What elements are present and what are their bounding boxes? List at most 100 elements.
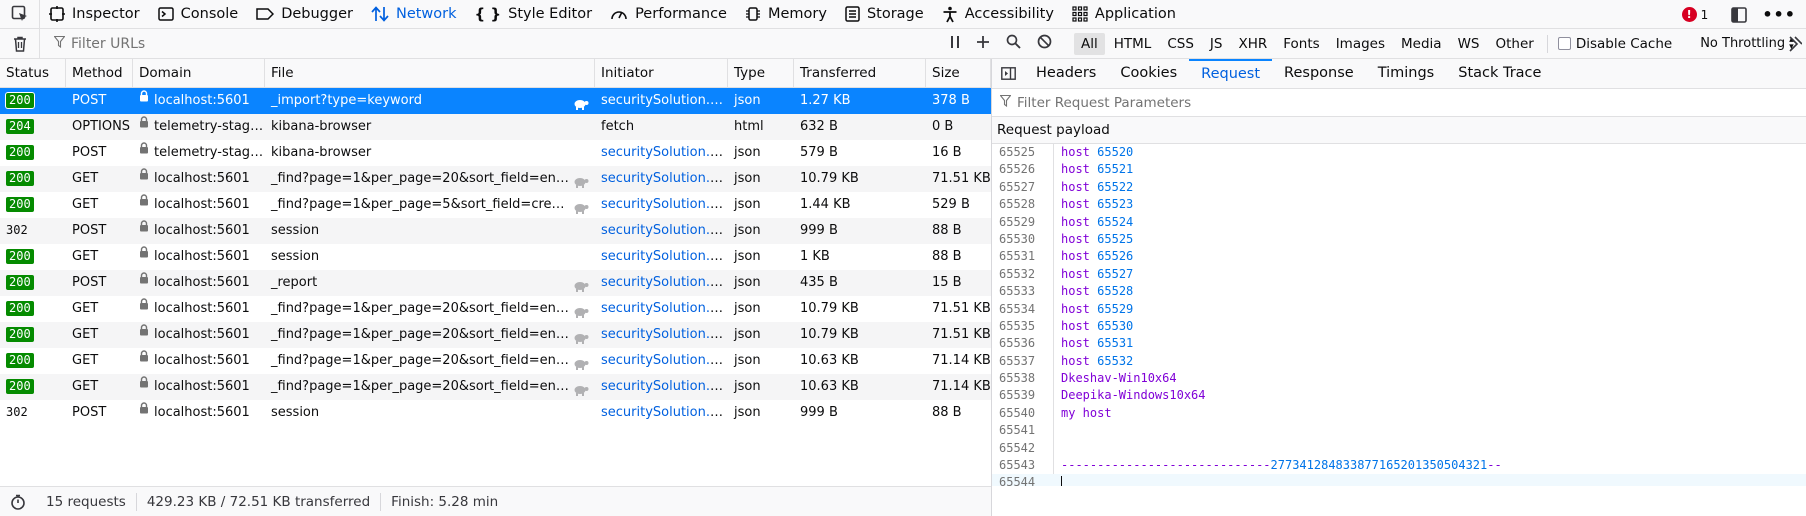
filter-request-params-input[interactable]: Filter Request Parameters	[992, 89, 1806, 117]
tab-cookies[interactable]: Cookies	[1108, 59, 1189, 89]
code-line: 65540 my host	[992, 405, 1806, 422]
column-header-status[interactable]: Status	[0, 59, 66, 88]
cell-initiator: securitySolution.ch...	[595, 348, 728, 374]
filter-urls-input[interactable]: Filter URLs	[40, 29, 890, 59]
table-row[interactable]: 200 GET localhost:5601 _find?page=1&per_pag…	[0, 374, 991, 400]
toggle-panel-icon[interactable]	[992, 67, 1024, 80]
slow-request-turtle-icon	[573, 198, 589, 218]
initiator-link[interactable]: securitySolution.ch...	[601, 171, 728, 186]
column-header-domain[interactable]: Domain	[133, 59, 265, 88]
cell-domain: localhost:5601	[133, 244, 265, 270]
initiator-link[interactable]: securitySolution.ch...	[601, 197, 728, 212]
tab-console[interactable]: Console	[149, 0, 248, 29]
tab-headers[interactable]: Headers	[1024, 59, 1108, 89]
disable-cache-checkbox[interactable]: Disable Cache	[1557, 36, 1672, 52]
column-header-initiator[interactable]: Initiator	[595, 59, 728, 88]
stopwatch-icon[interactable]	[0, 494, 36, 510]
throttling-select[interactable]: No Throttling ▴ ▾	[1700, 35, 1793, 51]
file-text: session	[271, 405, 320, 420]
filter-type-ws[interactable]: WS	[1451, 33, 1487, 55]
filter-type-media[interactable]: Media	[1394, 33, 1449, 55]
initiator-link[interactable]: securitySolution.ch...	[601, 379, 728, 394]
initiator-link[interactable]: securitySolution.ch...	[601, 327, 728, 342]
cell-initiator: securitySolution.ch...	[595, 218, 728, 244]
table-row[interactable]: 204 OPTIONS telemetry-stagin... kibana-brow…	[0, 114, 991, 140]
table-row[interactable]: 200 GET localhost:5601 _find?page=1&per_pag…	[0, 348, 991, 374]
initiator-link[interactable]: securitySolution.ch...	[601, 145, 728, 160]
table-row[interactable]: 200 GET localhost:5601 session securitySolut…	[0, 244, 991, 270]
filter-type-html[interactable]: HTML	[1107, 33, 1159, 55]
line-number: 65544	[999, 475, 1036, 486]
dock-side-icon[interactable]	[1730, 6, 1748, 24]
initiator-link[interactable]: securitySolution.ch...	[601, 301, 728, 316]
filter-type-all[interactable]: All	[1074, 32, 1105, 55]
table-row[interactable]: 200 POST localhost:5601 _report securitySolu…	[0, 270, 991, 296]
line-text: host 65521	[1061, 162, 1134, 177]
add-request-icon[interactable]	[976, 35, 990, 53]
table-row[interactable]: 200 GET localhost:5601 _find?page=1&per_pag…	[0, 296, 991, 322]
tab-response[interactable]: Response	[1272, 59, 1366, 89]
error-icon: !	[1681, 7, 1697, 22]
tab-memory[interactable]: Memory	[736, 0, 836, 29]
tab-accessibility[interactable]: Accessibility	[933, 0, 1063, 29]
cell-domain: localhost:5601	[133, 400, 265, 426]
column-header-method[interactable]: Method	[66, 59, 133, 88]
table-row[interactable]: 200 GET localhost:5601 _find?page=1&per_pag…	[0, 192, 991, 218]
table-row[interactable]: 302 POST localhost:5601 session securitySolu…	[0, 218, 991, 244]
request-payload-header[interactable]: Request payload	[992, 117, 1806, 144]
filter-type-js[interactable]: JS	[1203, 33, 1230, 55]
clear-button[interactable]	[0, 28, 40, 59]
column-header-transferred[interactable]: Transferred	[794, 59, 926, 88]
initiator-link[interactable]: securitySolution.ch...	[601, 353, 728, 368]
cell-method: POST	[72, 93, 107, 108]
initiator-link[interactable]: securitySolution.ch...	[601, 223, 728, 238]
filter-type-fonts[interactable]: Fonts	[1276, 33, 1326, 55]
tab-style-editor[interactable]: { } Style Editor	[466, 0, 602, 29]
filter-type-other[interactable]: Other	[1488, 33, 1540, 55]
filter-type-images[interactable]: Images	[1329, 33, 1392, 55]
column-header-file[interactable]: File	[265, 59, 595, 88]
table-row[interactable]: 200 GET localhost:5601 _find?page=1&per_pag…	[0, 166, 991, 192]
cell-method: GET	[72, 171, 99, 186]
cell-file: _report	[265, 270, 595, 296]
initiator-link[interactable]: securitySolution.ch...	[601, 93, 728, 108]
line-number: 65528	[999, 197, 1036, 212]
initiator-link[interactable]: securitySolution.ch...	[601, 405, 728, 420]
file-text: _find?page=1&per_page=5&sort_field=creat…	[271, 197, 595, 212]
tab-inspector[interactable]: Inspector	[40, 0, 149, 29]
tab-application[interactable]: Application	[1063, 0, 1185, 29]
table-row[interactable]: 302 POST localhost:5601 session securitySolu…	[0, 400, 991, 426]
search-icon[interactable]	[1006, 34, 1021, 53]
line-number: 65538	[999, 371, 1036, 386]
initiator-link[interactable]: securitySolution.ch...	[601, 249, 728, 264]
initiator-link[interactable]: securitySolution.ch...	[601, 275, 728, 290]
tab-storage[interactable]: Storage	[836, 0, 933, 29]
column-header-size[interactable]: Size	[926, 59, 991, 88]
table-row[interactable]: 200 POST telemetry-stagin... kibana-browser…	[0, 140, 991, 166]
cell-size: 71.14 KB	[932, 353, 991, 368]
payload-editor[interactable]: 65525 host 65520 65526 host 65521 65527 host …	[992, 144, 1806, 486]
block-requests-icon[interactable]	[1037, 34, 1052, 53]
tab-request[interactable]: Request	[1189, 58, 1273, 89]
table-row[interactable]: 200 POST localhost:5601 _import?type=keywor…	[0, 88, 991, 114]
tab-stack-trace[interactable]: Stack Trace	[1446, 59, 1553, 89]
table-row[interactable]: 200 GET localhost:5601 _find?page=1&per_pag…	[0, 322, 991, 348]
line-number: 65527	[999, 179, 1036, 194]
pause-icon[interactable]	[950, 35, 960, 53]
tab-timings[interactable]: Timings	[1366, 59, 1447, 89]
line-number: 65540	[999, 405, 1036, 420]
element-picker-button[interactable]	[0, 0, 40, 29]
error-count-badge[interactable]: ! 1	[1681, 7, 1708, 22]
slow-request-turtle-icon	[573, 328, 589, 348]
tab-network[interactable]: Network	[362, 0, 466, 29]
filter-type-xhr[interactable]: XHR	[1231, 33, 1274, 55]
tab-label: Accessibility	[964, 6, 1054, 22]
checkbox-box	[1557, 37, 1571, 50]
column-header-type[interactable]: Type	[728, 59, 794, 88]
tab-debugger[interactable]: Debugger	[247, 0, 362, 29]
filter-request-params-placeholder: Filter Request Parameters	[1017, 94, 1192, 111]
settings-icon[interactable]	[1788, 35, 1803, 57]
filter-type-css[interactable]: CSS	[1160, 33, 1201, 55]
overflow-menu-icon[interactable]: •••	[1762, 5, 1796, 24]
tab-performance[interactable]: Performance	[601, 0, 736, 29]
